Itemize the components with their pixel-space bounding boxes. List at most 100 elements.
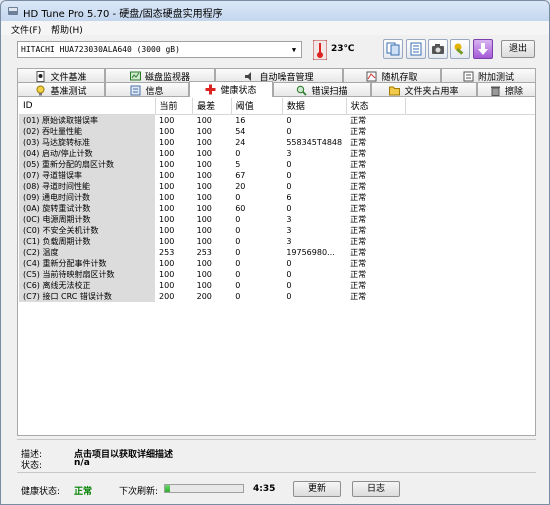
- table-row[interactable]: (07) 寻道错误率 100 100 67 0 正常: [19, 169, 535, 181]
- tests-icon: [463, 71, 474, 81]
- attribute-name: (05) 重新分配的扇区计数: [19, 158, 156, 170]
- column-header-worst[interactable]: 最差: [192, 98, 232, 115]
- table-row[interactable]: (04) 启动/停止计数 100 100 0 3 正常: [19, 147, 535, 159]
- table-row[interactable]: (C0) 不安全关机计数 100 100 0 3 正常: [19, 224, 535, 236]
- table-row[interactable]: (08) 寻道时间性能 100 100 20 0 正常: [19, 180, 535, 192]
- worst-value: 100: [196, 126, 212, 136]
- table-row[interactable]: (C2) 温度 253 253 0 19756980... 正常: [19, 246, 535, 258]
- title-bar[interactable]: HD Tune Pro 5.70 - 硬盘/固态硬盘实用程序: [1, 1, 549, 21]
- table-row[interactable]: (C4) 重新分配事件计数 100 100 0 0 正常: [19, 257, 535, 269]
- status-value: 正常: [350, 225, 367, 235]
- tab-error-scan[interactable]: 错误扫描: [273, 82, 371, 97]
- attribute-name: (08) 寻道时间性能: [19, 180, 156, 192]
- worst-value: 100: [196, 192, 212, 202]
- threshold-value: 0: [235, 258, 241, 268]
- tab-label: 文件夹占用率: [404, 86, 459, 97]
- exit-button[interactable]: 退出: [501, 40, 535, 58]
- row-spacer: [405, 269, 535, 280]
- attribute-name: (03) 马达旋转标准: [19, 136, 156, 148]
- table-row[interactable]: (0A) 旋转重试计数 100 100 60 0 正常: [19, 202, 535, 214]
- divider: [17, 472, 536, 473]
- table-row[interactable]: (01) 原始读取错误率 100 100 16 0 正常: [19, 114, 535, 126]
- tab-label: 磁盘监视器: [144, 72, 190, 83]
- column-header-id[interactable]: ID: [19, 98, 156, 115]
- threshold-value: 0: [235, 225, 241, 235]
- data-value: 0: [286, 280, 292, 290]
- tab-benchmark[interactable]: 基准测试: [17, 82, 105, 97]
- tab-info[interactable]: 信息: [105, 82, 189, 97]
- tab-label: 擦除: [504, 86, 523, 97]
- tab-label: 信息: [145, 86, 164, 97]
- threshold-value: 0: [235, 269, 241, 279]
- attribute-name: (C0) 不安全关机计数: [19, 224, 156, 236]
- monitor-icon: [129, 71, 141, 80]
- status-value: 正常: [350, 137, 367, 147]
- status-value: 正常: [350, 126, 367, 136]
- row-spacer: [405, 192, 535, 203]
- options-button[interactable]: [450, 39, 470, 59]
- data-value: 0: [286, 181, 292, 191]
- row-spacer: [405, 225, 535, 236]
- column-header-status[interactable]: 状态: [346, 98, 406, 115]
- worst-value: 253: [196, 247, 212, 257]
- row-spacer: [405, 170, 535, 181]
- log-button[interactable]: 日志: [352, 481, 400, 497]
- status-value: 正常: [350, 247, 367, 257]
- tab-folder-usage[interactable]: 文件夹占用率: [371, 82, 477, 97]
- table-row[interactable]: (09) 通电时间计数 100 100 0 6 正常: [19, 191, 535, 203]
- current-value: 100: [159, 236, 175, 246]
- status-value: 正常: [350, 280, 367, 290]
- next-refresh-label: 下次刷新:: [119, 487, 159, 497]
- tab-label: 错误扫描: [311, 86, 348, 97]
- chevron-down-icon[interactable]: ▼: [287, 42, 301, 57]
- data-value: 558345T4848: [286, 137, 343, 147]
- tab-random-access[interactable]: 随机存取: [343, 68, 441, 83]
- threshold-value: 0: [235, 291, 241, 301]
- table-row[interactable]: (05) 重新分配的扇区计数 100 100 5 0 正常: [19, 158, 535, 170]
- current-value: 100: [159, 203, 175, 213]
- app-window: HD Tune Pro 5.70 - 硬盘/固态硬盘实用程序 文件(F) 帮助(…: [0, 0, 550, 505]
- plus-icon: [205, 84, 216, 95]
- attribute-name: (C6) 离线无法校正: [19, 279, 156, 291]
- column-header-threshold[interactable]: 阈值: [231, 98, 283, 115]
- table-row[interactable]: (C1) 负载周期计数 100 100 0 3 正常: [19, 235, 535, 247]
- table-row[interactable]: (02) 吞吐量性能 100 100 54 0 正常: [19, 125, 535, 137]
- copy-info-button[interactable]: [406, 39, 426, 59]
- column-header-current[interactable]: 当前: [155, 98, 194, 115]
- update-button[interactable]: 更新: [293, 481, 341, 497]
- screenshot-button[interactable]: [428, 39, 448, 59]
- table-row[interactable]: (0C) 电源周期计数 100 100 0 3 正常: [19, 213, 535, 225]
- speaker-icon: [245, 71, 252, 81]
- threshold-value: 0: [235, 148, 241, 158]
- temperature-value: 23℃: [331, 44, 355, 54]
- save-button[interactable]: [473, 39, 493, 59]
- tab-extra-tests[interactable]: 附加测试: [441, 68, 536, 83]
- threshold-value: 24: [235, 137, 246, 147]
- attribute-name: (07) 寻道错误率: [19, 169, 156, 181]
- threshold-value: 0: [235, 236, 241, 246]
- table-row[interactable]: (C7) 接口 CRC 错误计数 200 200 0 0 正常: [19, 290, 535, 302]
- file-icon: [36, 70, 45, 82]
- refresh-time: 4:35: [253, 484, 276, 494]
- magnifier-icon: [297, 85, 308, 96]
- tab-health[interactable]: 健康状态: [189, 81, 273, 97]
- drive-select[interactable]: HITACHI HUA723030ALA640 (3000 gB) ▼: [17, 41, 302, 58]
- table-row[interactable]: (C5) 当前待映射扇区计数 100 100 0 0 正常: [19, 268, 535, 280]
- tab-file-benchmark[interactable]: 文件基准: [17, 68, 105, 83]
- copy-text-button[interactable]: [383, 39, 403, 59]
- worst-value: 100: [196, 236, 212, 246]
- table-row[interactable]: (C6) 离线无法校正 100 100 0 0 正常: [19, 279, 535, 291]
- health-panel: ID 当前 最差 阈值 数据 状态 (01) 原始读取错误率 100 100 16 0 正…: [17, 96, 536, 436]
- row-spacer: [405, 181, 535, 192]
- attribute-name: (C5) 当前待映射扇区计数: [19, 268, 156, 280]
- current-value: 100: [159, 115, 175, 125]
- worst-value: 100: [196, 280, 212, 290]
- status-value: 正常: [350, 115, 367, 125]
- column-header-data[interactable]: 数据: [282, 98, 347, 115]
- random-icon: [366, 71, 377, 81]
- menu-bar: 文件(F) 帮助(H): [1, 21, 549, 36]
- window-title: HD Tune Pro 5.70 - 硬盘/固态硬盘实用程序: [23, 9, 223, 20]
- tab-erase[interactable]: 擦除: [477, 82, 536, 97]
- tab-label: 附加测试: [477, 72, 514, 83]
- table-row[interactable]: (03) 马达旋转标准 100 100 24 558345T4848 正常: [19, 136, 535, 148]
